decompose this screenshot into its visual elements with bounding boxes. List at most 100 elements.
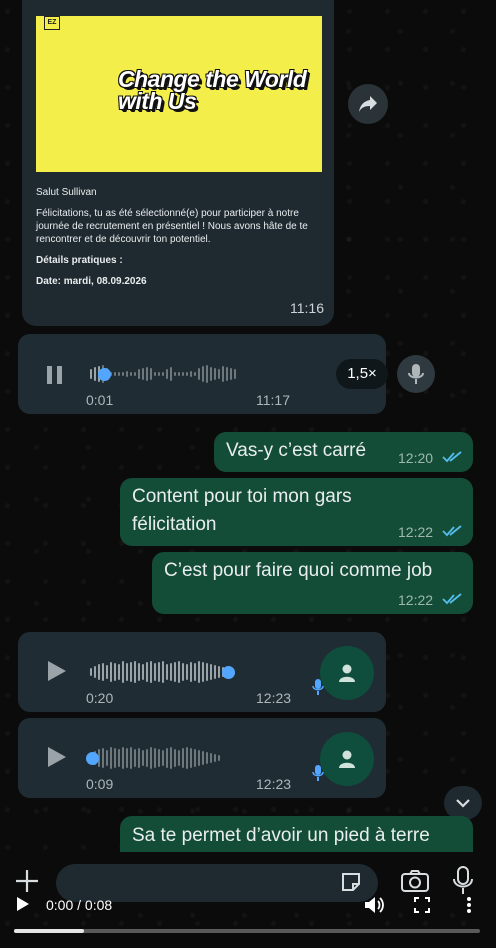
waveform-bar [170, 663, 172, 681]
person-icon [339, 664, 355, 682]
forward-button[interactable] [348, 84, 388, 124]
message-time: 12:22 [398, 592, 434, 608]
message-text: C’est pour faire quoi comme job [164, 560, 433, 581]
waveform-bar [130, 662, 132, 682]
voice-recorded-mic-icon [312, 679, 324, 695]
scroll-to-bottom-button[interactable] [444, 786, 482, 820]
message-time: 11:16 [290, 300, 324, 316]
outgoing-message[interactable]: Vas-y c’est carré 12:20 [214, 432, 473, 472]
waveform-bar [186, 747, 188, 769]
email-banner-image: EZ Change the World with Us [36, 16, 322, 172]
video-progress-bar[interactable] [14, 929, 480, 933]
waveform-bar [178, 661, 180, 683]
waveform-bar [198, 750, 200, 766]
camera-icon[interactable] [400, 869, 430, 893]
waveform-bar [198, 661, 200, 683]
waveform-bar [226, 367, 228, 381]
voice-message[interactable]: 0:09 12:23 [18, 718, 386, 798]
waveform-bar [150, 661, 152, 683]
email-greeting: Salut Sullivan [36, 187, 97, 198]
video-play-icon[interactable] [16, 896, 30, 912]
waveform-bar [102, 748, 104, 768]
waveform-bar [206, 365, 208, 383]
waveform-bar [174, 662, 176, 682]
video-time-display: 0:00 / 0:08 [46, 897, 113, 913]
voice-message-playing[interactable]: 0:01 11:17 1,5× [18, 334, 388, 414]
waveform-bar [130, 747, 132, 769]
playback-speed-button[interactable]: 1,5× [336, 359, 388, 389]
waveform-bar [218, 755, 220, 761]
waveform-bar [106, 665, 108, 679]
waveform-bar [174, 749, 176, 767]
play-icon[interactable] [46, 660, 68, 682]
email-date-line: Date: mardi, 08.09.2026 [36, 276, 147, 287]
read-ticks-icon [442, 525, 462, 537]
voice-message[interactable]: 0:20 12:23 [18, 632, 386, 712]
waveform-bar [130, 372, 132, 376]
outgoing-message[interactable]: C’est pour faire quoi comme job 12:22 [152, 552, 473, 614]
message-text-line-1: Content pour toi mon gars [132, 486, 352, 507]
waveform-bar [110, 662, 112, 682]
plus-icon[interactable] [14, 868, 40, 894]
sticker-icon[interactable] [340, 871, 362, 893]
waveform-bar [190, 748, 192, 768]
waveform-bar [174, 372, 176, 376]
playback-position-dot[interactable] [86, 752, 99, 765]
email-details-heading: Détails pratiques : [36, 255, 123, 266]
waveform-bar [166, 369, 168, 379]
playback-position-dot[interactable] [98, 368, 111, 381]
waveform-bar [210, 753, 212, 763]
volume-icon[interactable] [364, 896, 384, 914]
waveform-bar [202, 366, 204, 382]
waveform-bar [158, 749, 160, 767]
waveform-bar [210, 367, 212, 381]
waveform-bar [114, 663, 116, 681]
waveform-bar [142, 368, 144, 380]
voice-waveform[interactable] [90, 362, 236, 386]
play-icon[interactable] [46, 746, 68, 768]
waveform-bar [158, 662, 160, 682]
fullscreen-icon[interactable] [414, 897, 430, 913]
waveform-bar [94, 367, 96, 381]
sender-avatar [320, 646, 374, 700]
waveform-bar [206, 752, 208, 764]
company-logo: EZ [44, 16, 60, 30]
waveform-bar [142, 664, 144, 680]
waveform-bar [234, 369, 236, 379]
waveform-bar [126, 371, 128, 377]
playback-position-dot[interactable] [222, 666, 235, 679]
waveform-bar [142, 750, 144, 766]
waveform-bar [162, 661, 164, 683]
waveform-bar [126, 663, 128, 681]
waveform-bar [218, 369, 220, 379]
pause-icon[interactable] [44, 364, 66, 386]
waveform-bar [190, 662, 192, 682]
waveform-bar [186, 664, 188, 680]
message-text: Sa te permet d’avoir un pied à terre [132, 825, 430, 846]
waveform-bar [182, 372, 184, 376]
waveform-bar [218, 666, 220, 678]
waveform-bar [166, 748, 168, 768]
sender-avatar [320, 732, 374, 786]
waveform-bar [202, 751, 204, 765]
waveform-bar [162, 750, 164, 766]
waveform-bar [222, 366, 224, 382]
more-options-icon[interactable] [466, 896, 472, 914]
outgoing-message[interactable]: Content pour toi mon gars félicitation 1… [120, 478, 473, 546]
forwarded-email-card[interactable]: EZ Change the World with Us Salut Sulliv… [22, 0, 334, 326]
waveform-bar [206, 663, 208, 681]
message-time: 12:22 [398, 524, 434, 540]
waveform-bar [146, 749, 148, 767]
waveform-bar [138, 748, 140, 768]
voice-waveform[interactable] [90, 660, 235, 684]
person-icon [339, 750, 355, 768]
voice-waveform[interactable] [86, 746, 220, 770]
waveform-bar [202, 662, 204, 682]
chevron-down-icon [456, 799, 470, 808]
message-text: Vas-y c’est carré [226, 440, 367, 461]
microphone-icon[interactable] [452, 866, 474, 896]
voice-time: 11:17 [256, 392, 290, 408]
waveform-bar [94, 666, 96, 678]
waveform-bar [186, 372, 188, 376]
waveform-bar [194, 749, 196, 767]
